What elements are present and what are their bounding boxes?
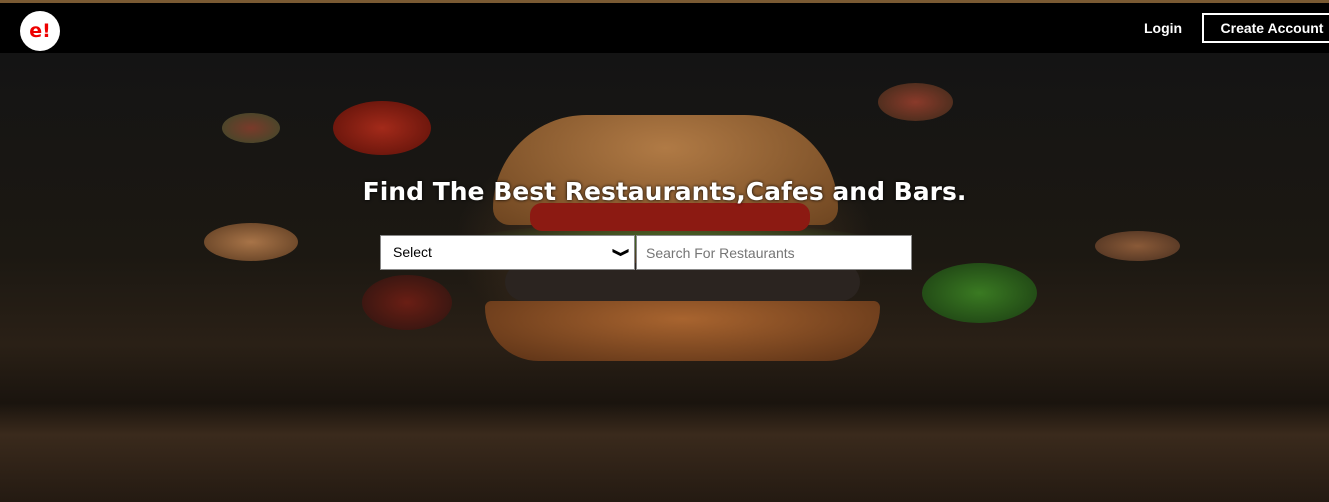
hero-image-pepper	[922, 263, 1037, 323]
navbar: e! Login Create Account	[0, 3, 1329, 53]
select-value: Select	[393, 244, 432, 260]
hero-image-burger-bun	[485, 301, 880, 361]
hero-image-tomato-slice	[530, 203, 810, 231]
logo[interactable]: e!	[20, 11, 60, 51]
hero-title: Find The Best Restaurants,Cafes and Bars…	[362, 177, 967, 206]
hero-banner: Find The Best Restaurants,Cafes and Bars…	[0, 53, 1329, 502]
login-link[interactable]: Login	[1144, 20, 1182, 36]
hero-image-tomato	[333, 101, 431, 155]
hero-image-nut	[204, 223, 298, 261]
create-account-button[interactable]: Create Account	[1202, 13, 1329, 43]
hero-image-tomato	[878, 83, 953, 121]
hero-image-tomato	[362, 275, 452, 330]
hero-image-nut	[1095, 231, 1180, 261]
hero-image-tomato	[222, 113, 280, 143]
location-select[interactable]: Select ❯	[380, 235, 635, 270]
restaurant-search-input[interactable]	[636, 235, 912, 270]
